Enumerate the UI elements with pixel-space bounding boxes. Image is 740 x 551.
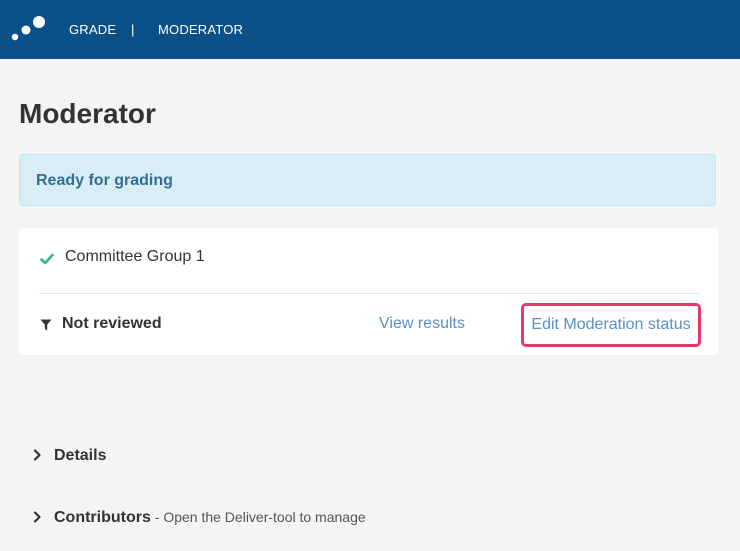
review-status: Not reviewed — [62, 315, 162, 332]
page-title: Moderator — [19, 98, 156, 129]
edit-moderation-status-link[interactable]: Edit Moderation status — [521, 303, 701, 347]
filter-icon — [40, 319, 52, 331]
status-text: Ready for grading — [36, 172, 173, 189]
group-card: Committee Group 1 Not reviewed View resu… — [19, 228, 718, 355]
nav-separator: | — [131, 22, 135, 37]
chevron-right-icon — [33, 449, 41, 461]
top-bar: GRADE | MODERATOR — [0, 0, 740, 59]
status-banner: Ready for grading — [19, 154, 716, 206]
nav-grade[interactable]: GRADE — [69, 0, 116, 59]
view-results-link[interactable]: View results — [379, 315, 465, 333]
group-name: Committee Group 1 — [65, 248, 205, 265]
divider — [39, 293, 699, 294]
contributors-section-toggle[interactable]: Contributors - Open the Deliver-tool to … — [33, 509, 366, 527]
contributors-title: Contributors — [54, 509, 151, 526]
dots-logo-icon[interactable] — [11, 15, 47, 43]
contributors-note: - Open the Deliver-tool to manage — [150, 509, 366, 525]
details-title: Details — [54, 447, 107, 464]
check-icon — [40, 253, 54, 265]
details-section-toggle[interactable]: Details — [33, 447, 106, 465]
nav-moderator[interactable]: MODERATOR — [158, 0, 243, 59]
chevron-right-icon — [33, 511, 41, 523]
